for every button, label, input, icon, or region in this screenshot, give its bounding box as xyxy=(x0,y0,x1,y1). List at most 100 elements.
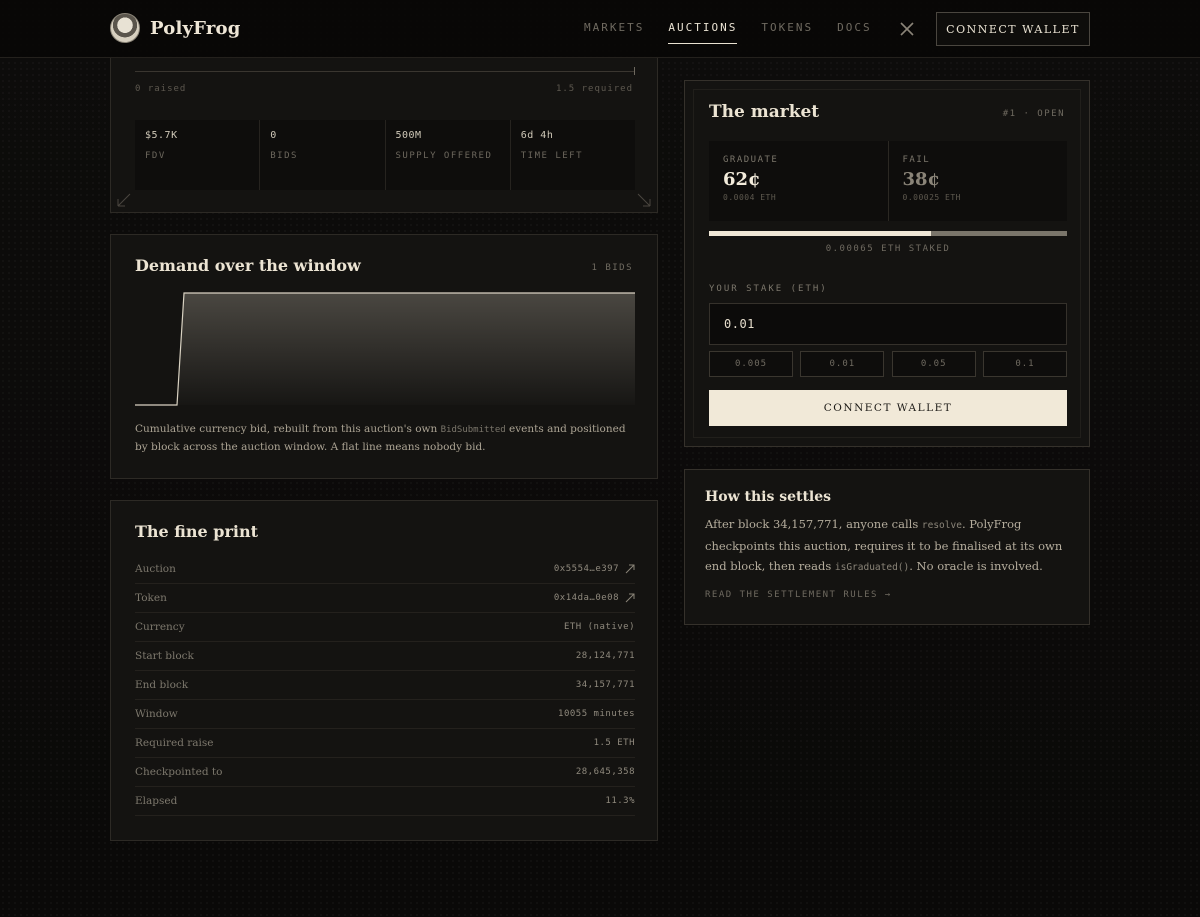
market-title: The market xyxy=(709,102,820,122)
row-value-text: 0x14da…0e08 xyxy=(553,593,619,603)
row-value-text: 11.3% xyxy=(605,796,635,806)
auction-stats-panel: 0 raised 1.5 required $5.7K FDV 0 BIDS 5… xyxy=(110,58,658,213)
stat-value: 6d 4h xyxy=(520,130,554,141)
demand-caption: Cumulative currency bid, rebuilt from th… xyxy=(135,421,635,456)
outcome-graduate[interactable]: GRADUATE 62¢ 0.0004 ETH xyxy=(709,141,889,221)
row-key: Required raise xyxy=(135,737,214,749)
nav-docs[interactable]: DOCS xyxy=(837,21,872,44)
row-value[interactable]: 0x14da…0e08 xyxy=(554,593,635,603)
row-value: 34,157,771 xyxy=(576,680,635,690)
stat-label: BIDS xyxy=(270,151,298,161)
demand-title: Demand over the window xyxy=(135,256,361,275)
connect-wallet-button-header[interactable]: CONNECT WALLET xyxy=(936,12,1090,46)
frog-logo-icon xyxy=(110,13,140,43)
outcome-eth: 0.0004 ETH xyxy=(723,193,777,202)
stat-supply: 500M SUPPLY OFFERED xyxy=(386,120,511,190)
demand-area xyxy=(177,293,635,405)
main-nav: MARKETS AUCTIONS TOKENS DOCS xyxy=(584,21,896,44)
nav-markets[interactable]: MARKETS xyxy=(584,21,644,44)
stake-presets: 0.005 0.01 0.05 0.1 xyxy=(709,351,1067,377)
outcome-price: 38¢ xyxy=(902,169,941,190)
table-row[interactable]: Auction 0x5554…e397 xyxy=(135,555,635,584)
settle-text: . No oracle is involved. xyxy=(909,559,1043,573)
row-value: 10055 minutes xyxy=(558,709,635,719)
settle-text: After block 34,157,771, anyone calls xyxy=(705,517,922,531)
row-value-text: 34,157,771 xyxy=(575,680,635,690)
stake-input[interactable] xyxy=(709,303,1067,345)
nav-auctions[interactable]: AUCTIONS xyxy=(668,21,738,44)
logo-text: PolyFrog xyxy=(150,17,241,39)
market-panel: The market #1 · OPEN GRADUATE 62¢ 0.0004… xyxy=(684,80,1090,447)
row-value-text: ETH (native) xyxy=(563,622,635,632)
settlement-panel: How this settles After block 34,157,771,… xyxy=(684,469,1090,625)
required-amount: 1.5 required xyxy=(555,84,633,94)
table-row: Required raise 1.5 ETH xyxy=(135,729,635,758)
row-value[interactable]: 0x5554…e397 xyxy=(554,564,635,574)
bids-count: 1 BIDS xyxy=(591,263,633,273)
stake-split-fill xyxy=(709,231,931,236)
fine-print-panel: The fine print Auction 0x5554…e397 Token 0x… xyxy=(110,500,658,841)
table-row: Window 10055 minutes xyxy=(135,700,635,729)
settlement-rules-link[interactable]: READ THE SETTLEMENT RULES → xyxy=(705,590,892,600)
preset-button[interactable]: 0.05 xyxy=(891,351,976,377)
outcome-price: 62¢ xyxy=(723,169,761,190)
nav-tokens[interactable]: TOKENS xyxy=(761,21,813,44)
raise-progress-track xyxy=(135,71,635,72)
settlement-body: After block 34,157,771, anyone calls res… xyxy=(705,514,1075,578)
row-value-text: 10055 minutes xyxy=(558,709,635,719)
row-key: End block xyxy=(135,679,189,691)
settlement-title: How this settles xyxy=(705,489,832,505)
auction-stat-grid: $5.7K FDV 0 BIDS 500M SUPPLY OFFERED 6d … xyxy=(135,120,635,190)
row-value-text: 1.5 ETH xyxy=(593,738,635,748)
fine-print-table: Auction 0x5554…e397 Token 0x14da…0e08 Curren… xyxy=(135,555,635,816)
raised-amount: 0 raised xyxy=(135,84,187,94)
raise-progress-target xyxy=(634,67,635,75)
stat-value: 0 xyxy=(270,130,277,141)
stat-value: $5.7K xyxy=(145,130,178,141)
row-key: Window xyxy=(135,708,178,720)
stake-label: YOUR STAKE (ETH) xyxy=(709,284,828,294)
row-key: Elapsed xyxy=(135,795,178,807)
logo[interactable]: PolyFrog xyxy=(110,13,241,43)
row-key: Auction xyxy=(135,563,176,575)
table-row: Elapsed 11.3% xyxy=(135,787,635,816)
demand-panel: Demand over the window 1 BIDS Cumulative… xyxy=(110,234,658,479)
external-link-icon[interactable] xyxy=(625,593,635,603)
top-nav-bar: PolyFrog MARKETS AUCTIONS TOKENS DOCS CO… xyxy=(0,0,1200,58)
total-staked: 0.00065 ETH STAKED xyxy=(825,244,951,254)
settle-code: isGraduated() xyxy=(834,562,910,573)
row-value-text: 28,124,771 xyxy=(575,651,635,661)
stat-label: TIME LEFT xyxy=(520,151,584,161)
row-key: Checkpointed to xyxy=(135,766,223,778)
table-row: Currency ETH (native) xyxy=(135,613,635,642)
row-value: 11.3% xyxy=(605,796,635,806)
settle-code: resolve xyxy=(921,520,962,531)
outcome-fail[interactable]: FAIL 38¢ 0.00025 ETH xyxy=(889,141,1068,221)
row-value-text: 0x5554…e397 xyxy=(553,564,619,574)
row-key: Currency xyxy=(135,621,185,633)
external-link-icon[interactable] xyxy=(625,564,635,574)
stat-label: SUPPLY OFFERED xyxy=(395,151,493,161)
table-row: Start block 28,124,771 xyxy=(135,642,635,671)
preset-button[interactable]: 0.01 xyxy=(800,351,885,377)
stat-bids: 0 BIDS xyxy=(260,120,386,190)
row-value-text: 28,645,358 xyxy=(575,767,635,777)
row-value: 28,124,771 xyxy=(576,651,635,661)
x-twitter-icon[interactable] xyxy=(900,22,914,36)
preset-button[interactable]: 0.1 xyxy=(982,351,1067,377)
row-value: 28,645,358 xyxy=(576,767,635,777)
stat-value: 500M xyxy=(395,130,422,141)
connect-wallet-button[interactable]: CONNECT WALLET xyxy=(709,390,1067,426)
stat-fdv: $5.7K FDV xyxy=(135,120,261,190)
fine-print-title: The fine print xyxy=(135,522,259,541)
table-row[interactable]: Token 0x14da…0e08 xyxy=(135,584,635,613)
caption-code: BidSubmitted xyxy=(440,425,506,435)
corner-ornament-icon xyxy=(117,193,131,207)
corner-ornament-icon xyxy=(637,193,651,207)
outcome-label: GRADUATE xyxy=(723,155,779,165)
preset-button[interactable]: 0.005 xyxy=(709,351,793,377)
outcome-label: FAIL xyxy=(902,155,931,165)
stat-time-left: 6d 4h TIME LEFT xyxy=(511,120,635,190)
row-key: Start block xyxy=(135,650,194,662)
row-value: 1.5 ETH xyxy=(594,738,635,748)
